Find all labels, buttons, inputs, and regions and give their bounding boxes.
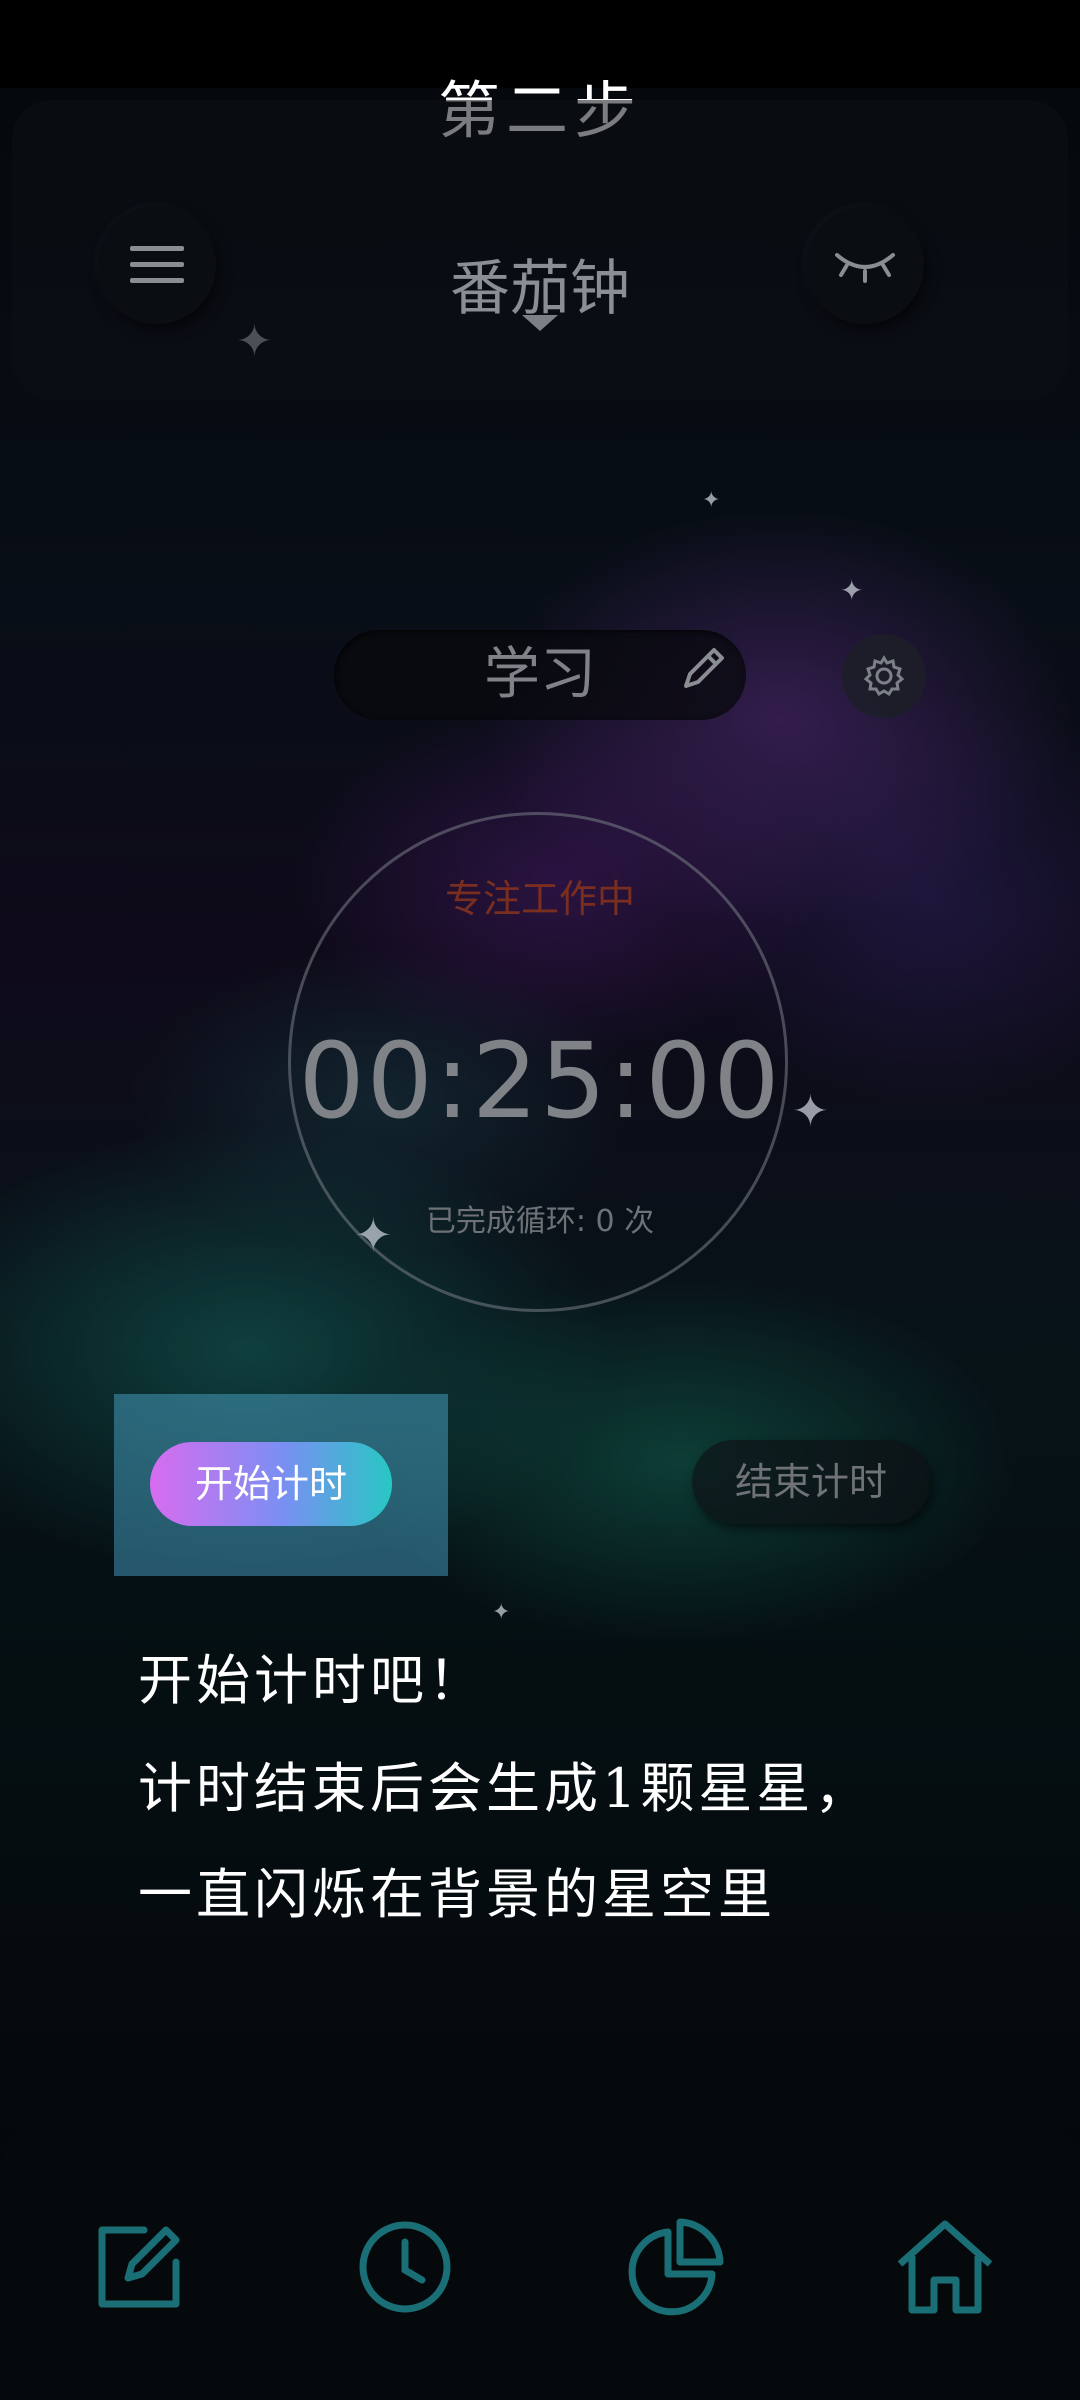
edit-icon[interactable] xyxy=(84,2212,194,2322)
guide-text-line-2: 计时结束后会生成1颗星星， xyxy=(138,1757,873,1820)
timer-status: 专注工作中 xyxy=(444,877,635,921)
sparkle-icon: ✦ xyxy=(702,488,721,513)
eye-closed-icon xyxy=(835,253,895,283)
home-icon[interactable] xyxy=(890,2212,1000,2322)
guide-text-line-1: 开始计时吧！ xyxy=(138,1649,486,1712)
start-timer-button[interactable]: 开始计时 xyxy=(150,1442,392,1526)
sparkle-icon: ✦ xyxy=(792,1086,829,1137)
end-timer-button[interactable]: 结束计时 xyxy=(692,1440,930,1524)
cycle-count: 已完成循环: 0 次 xyxy=(425,1204,655,1239)
menu-button[interactable] xyxy=(98,206,216,324)
chevron-down-icon[interactable] xyxy=(522,315,558,331)
hide-ui-button[interactable] xyxy=(806,206,924,324)
clock-icon[interactable] xyxy=(350,2212,460,2322)
timer-display: 00:25:00 xyxy=(298,1020,782,1142)
sparkle-icon: ✦ xyxy=(492,1600,511,1625)
menu-icon xyxy=(130,246,184,283)
pencil-icon[interactable] xyxy=(676,642,730,696)
guide-text-line-3: 一直闪烁在背景的星空里 xyxy=(138,1863,776,1926)
task-settings-button[interactable] xyxy=(842,634,926,718)
sparkle-icon: ✦ xyxy=(840,574,864,607)
pie-chart-icon[interactable] xyxy=(620,2212,730,2322)
gear-icon xyxy=(863,655,905,697)
app-title[interactable]: 番茄钟 xyxy=(390,240,690,327)
task-label[interactable]: 学习 xyxy=(360,632,720,718)
